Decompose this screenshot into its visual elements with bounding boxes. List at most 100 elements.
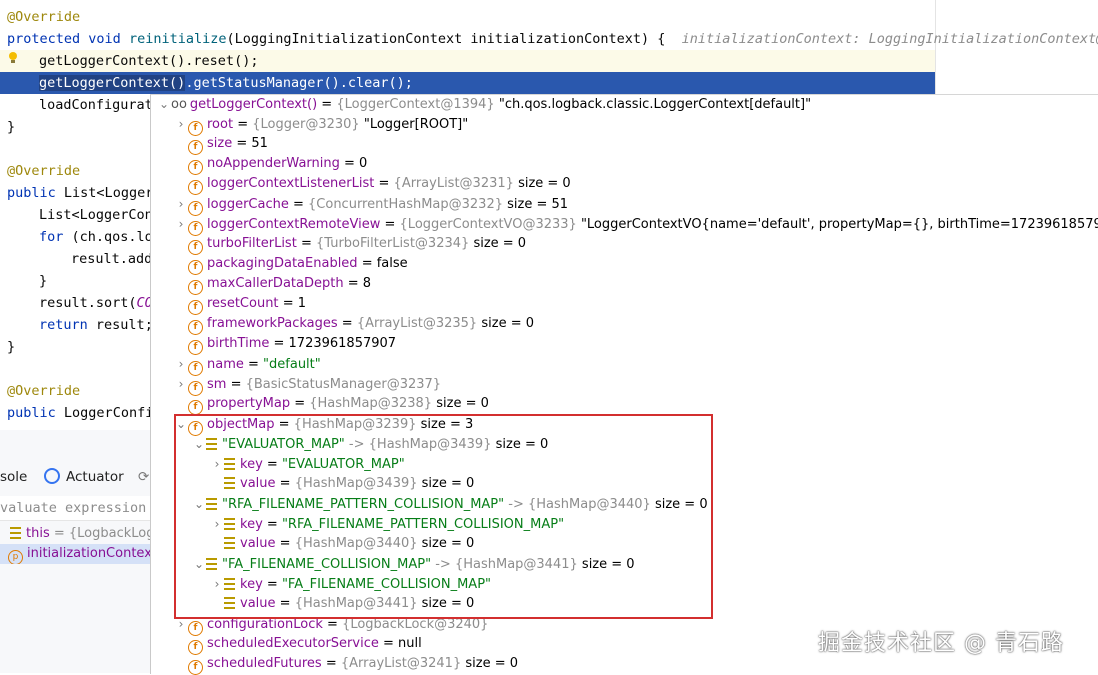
code-line-3: getLoggerContext().reset();: [39, 53, 259, 69]
field-value: "LoggerContextVO{name='default', propert…: [580, 217, 1098, 232]
field-value: = 51: [236, 136, 268, 151]
chevron-right-icon[interactable]: ›: [174, 354, 188, 374]
tree-row[interactable]: f propertyMap = {HashMap@3238} size = 0: [174, 394, 489, 415]
evaluate-expression-input[interactable]: valuate expression: [0, 496, 151, 521]
field-icon: f: [188, 240, 203, 255]
root-node[interactable]: ⌄ oo getLoggerContext() = {LoggerContext@1…: [157, 94, 811, 114]
field-name: propertyMap: [207, 396, 291, 411]
tree-row[interactable]: f noAppenderWarning = 0: [174, 154, 367, 175]
field-type: {LogbackLock@3240}: [342, 617, 489, 632]
field-value: size = 0: [481, 316, 534, 331]
field-name: size: [207, 136, 233, 151]
field-type: {ConcurrentHashMap@3232}: [308, 197, 503, 212]
field-value: = 1: [282, 296, 306, 311]
tree-row[interactable]: › f name = "default": [174, 354, 321, 376]
field-name: loggerContextListenerList: [207, 176, 375, 191]
field-value: = 8: [347, 276, 372, 291]
field-name: maxCallerDataDepth: [207, 276, 344, 291]
tree-row[interactable]: f packagingDataEnabled = false: [174, 254, 408, 275]
code-line-10: for (ch.qos.lo: [39, 229, 153, 245]
field-icon: f: [188, 180, 203, 195]
field-value: size = 0: [518, 176, 571, 191]
parameter-icon: p: [8, 550, 23, 564]
field-value: = 1723961857907: [273, 336, 397, 351]
field-type: {TurboFilterList@3234}: [315, 236, 470, 251]
field-type: {BasicStatusManager@3237}: [245, 377, 442, 392]
field-name: loggerCache: [207, 197, 289, 212]
tab-actuator[interactable]: Actuator: [44, 466, 124, 488]
field-name: root: [207, 117, 234, 132]
chevron-right-icon[interactable]: ›: [174, 374, 188, 394]
field-name: scheduledFutures: [207, 656, 322, 671]
field-value: = false: [361, 256, 408, 271]
field-value: = null: [382, 636, 422, 651]
field-icon: f: [188, 280, 203, 295]
tab-console[interactable]: sole: [0, 466, 27, 488]
tree-row[interactable]: f birthTime = 1723961857907: [174, 334, 397, 355]
code-line-9: List<LoggerCon: [39, 207, 153, 223]
field-name: noAppenderWarning: [207, 156, 340, 171]
watermark: 掘金技术社区 @ 青石路: [818, 631, 1064, 656]
more-tabs-icon[interactable]: ⟳: [138, 466, 149, 488]
code-line-2: protected void reinitialize(LoggingIniti…: [7, 28, 1098, 50]
field-icon: f: [188, 340, 203, 355]
field-type: {LoggerContextVO@3233}: [399, 217, 577, 232]
tree-row[interactable]: › f root = {Logger@3230} "Logger[ROOT]": [174, 114, 469, 136]
code-line-8: public List<Logger: [7, 185, 154, 201]
tree-row[interactable]: f loggerContextListenerList = {ArrayList@…: [174, 174, 571, 195]
highlight-box: [174, 414, 713, 619]
tree-row[interactable]: › f loggerCache = {ConcurrentHashMap@3232}…: [174, 194, 569, 216]
chevron-right-icon[interactable]: ›: [174, 114, 188, 134]
field-name: packagingDataEnabled: [207, 256, 358, 271]
field-name: turboFilterList: [207, 236, 297, 251]
field-type: {ArrayList@3231}: [393, 176, 514, 191]
field-value: size = 51: [507, 197, 569, 212]
field-type: {ArrayList@3235}: [356, 316, 478, 331]
tree-row[interactable]: f resetCount = 1: [174, 294, 306, 315]
field-value: size = 0: [436, 396, 489, 411]
watch-glasses-icon: oo: [171, 97, 187, 112]
field-icon: f: [188, 300, 203, 315]
field-icon: f: [188, 260, 203, 275]
intention-bulb-icon[interactable]: [8, 52, 18, 64]
chevron-down-icon[interactable]: ⌄: [157, 94, 171, 114]
tree-row[interactable]: f maxCallerDataDepth = 8: [174, 274, 372, 295]
tree-row[interactable]: f turboFilterList = {TurboFilterList@3234…: [174, 234, 527, 255]
code-line-7: @Override: [7, 163, 81, 179]
tree-row[interactable]: › f sm = {BasicStatusManager@3237}: [174, 374, 442, 396]
field-name: scheduledExecutorService: [207, 636, 379, 651]
tree-row[interactable]: f size = 51: [174, 134, 268, 155]
code-line-17: public LoggerConfi: [7, 405, 154, 421]
code-line-11: result.add: [71, 251, 153, 267]
field-name: loggerContextRemoteView: [207, 217, 381, 232]
field-type: {HashMap@3238}: [309, 396, 433, 411]
field-name: resetCount: [207, 296, 279, 311]
variable-initialization-context[interactable]: p initializationContext: [0, 544, 151, 564]
code-line-13: result.sort(CO: [39, 295, 153, 311]
field-list-icon: [10, 527, 21, 539]
tree-row[interactable]: f frameworkPackages = {ArrayList@3235} si…: [174, 314, 534, 335]
tree-row[interactable]: › f loggerContextRemoteView = {LoggerConte…: [174, 214, 1098, 236]
inline-value-hint: initializationContext: LoggingInitializa…: [681, 31, 1098, 47]
chevron-right-icon[interactable]: ›: [174, 214, 188, 234]
tree-row[interactable]: f scheduledExecutorService = null: [174, 634, 422, 655]
field-value: "Logger[ROOT]": [363, 117, 469, 132]
field-value: "default": [263, 357, 321, 372]
code-line-4: getLoggerContext().getStatusManager().cl…: [39, 75, 413, 91]
code-line-15: }: [7, 339, 16, 355]
field-name: frameworkPackages: [207, 316, 338, 331]
field-icon: f: [188, 160, 203, 175]
actuator-icon: [44, 468, 60, 484]
tree-row[interactable]: f scheduledFutures = {ArrayList@3241} siz…: [174, 654, 519, 675]
field-icon: f: [188, 320, 203, 335]
field-name: sm: [207, 377, 227, 392]
variable-this[interactable]: this = {LogbackLogg: [0, 524, 151, 544]
field-icon: f: [188, 140, 203, 155]
field-value: size = 0: [465, 656, 519, 671]
code-line-1: @Override: [7, 9, 81, 25]
code-line-6: }: [7, 119, 16, 135]
chevron-right-icon[interactable]: ›: [174, 194, 188, 214]
code-line-5: loadConfigurati: [39, 97, 161, 113]
field-value: size = 0: [473, 236, 527, 251]
field-name: birthTime: [207, 336, 270, 351]
